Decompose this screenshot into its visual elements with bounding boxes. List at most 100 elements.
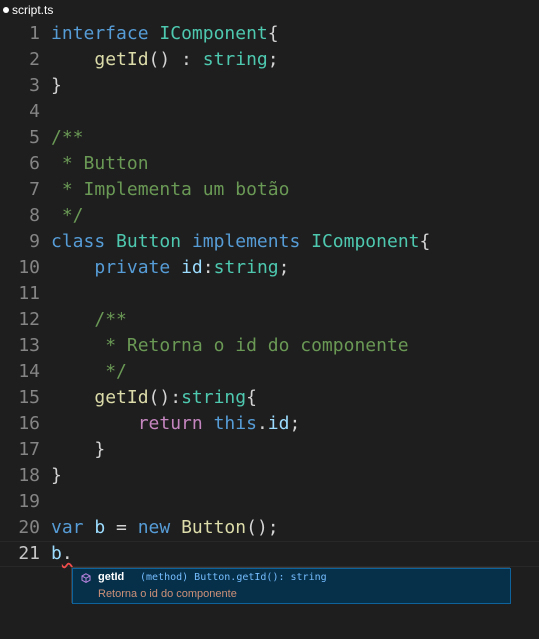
code-line[interactable]: 20 var b = new Button(); [0, 515, 539, 541]
line-number: 20 [18, 517, 40, 538]
code-line[interactable]: 6 * Button [0, 151, 539, 177]
tab-filename: script.ts [12, 3, 54, 17]
line-code: private id:string; [51, 255, 289, 281]
code-token: : [202, 257, 214, 278]
code-token: () : [148, 49, 203, 70]
line-code: /** [51, 125, 84, 151]
line-number: 9 [29, 231, 40, 252]
line-code: } [51, 73, 62, 99]
code-line[interactable]: 4 [0, 99, 539, 125]
code-token: { [419, 231, 431, 252]
code-token: b [51, 543, 62, 564]
code-token: getId [94, 387, 149, 408]
code-line[interactable]: 3} [0, 73, 539, 99]
code-token: string [213, 257, 279, 278]
code-line[interactable]: 21 b. [0, 541, 539, 567]
code-token: { [267, 23, 279, 44]
suggest-item-doc: Retorna o id do componente [98, 588, 237, 600]
code-token: return [137, 413, 203, 434]
method-cube-icon [81, 573, 91, 583]
line-code: return this.id; [51, 411, 301, 437]
line-number: 4 [29, 101, 40, 122]
line-code: var b = new Button(); [51, 515, 279, 541]
code-line[interactable]: 2 getId() : string; [0, 47, 539, 73]
code-line[interactable]: 18} [0, 463, 539, 489]
code-token: private [94, 257, 171, 278]
line-number: 6 [29, 153, 40, 174]
code-token: } [51, 75, 62, 96]
line-code: } [51, 437, 105, 463]
suggest-item-getid[interactable]: getId (method) Button.getId(): string Re… [72, 568, 511, 604]
code-line[interactable]: 17 } [0, 437, 539, 463]
code-line[interactable]: 19 [0, 489, 539, 515]
line-number: 10 [18, 257, 40, 278]
code-line[interactable]: 8 */ [0, 203, 539, 229]
code-line[interactable]: 5 /** [0, 125, 539, 151]
code-line[interactable]: 11 [0, 281, 539, 307]
code-token: * Retorna o id do componente [94, 335, 409, 356]
code-token: /** [94, 309, 127, 330]
code-line[interactable]: 13 * Retorna o id do componente [0, 333, 539, 359]
code-line[interactable]: 15 getId():string{ [0, 385, 539, 411]
code-line[interactable]: 14 */ [0, 359, 539, 385]
code-token: = [105, 517, 138, 538]
code-token: this [213, 413, 257, 434]
code-token: { [246, 387, 257, 408]
line-code: * Button [51, 151, 149, 177]
code-line[interactable]: 9 class Button implements IComponent{ [0, 229, 539, 255]
code-line[interactable]: 1 interface IComponent{ [0, 21, 539, 47]
line-number: 5 [29, 127, 40, 148]
code-line[interactable]: 16 return this.id; [0, 411, 539, 437]
line-number: 11 [18, 283, 40, 304]
line-code: */ [51, 203, 84, 229]
code-token: * Button [51, 153, 149, 174]
code-token: getId [94, 49, 149, 70]
code-token: var [51, 517, 84, 538]
code-token: b [94, 517, 106, 538]
code-token: string [181, 387, 247, 408]
line-number: 8 [29, 205, 40, 226]
code-token: IComponent [311, 231, 420, 252]
line-code: * Retorna o id do componente [51, 333, 409, 359]
line-number: 21 [18, 543, 40, 564]
code-token: Button [181, 517, 247, 538]
code-token: string [202, 49, 268, 70]
line-number: 18 [18, 465, 40, 486]
code-token: new [137, 517, 171, 538]
code-line[interactable]: 10 private id:string; [0, 255, 539, 281]
line-code: b. [51, 541, 73, 567]
line-number: 12 [18, 309, 40, 330]
code-token: . [61, 543, 73, 564]
line-code: interface IComponent{ [51, 21, 279, 47]
code-token: * Implementa um botão [51, 179, 290, 200]
line-code: class Button implements IComponent{ [51, 229, 430, 255]
code-token: ; [278, 257, 290, 278]
line-code: getId() : string; [51, 47, 278, 73]
code-token: (): [148, 387, 182, 408]
code-token: interface [51, 23, 149, 44]
suggest-widget: getId (method) Button.getId(): string Re… [71, 567, 511, 604]
code-token: (); [246, 517, 279, 538]
line-code: */ [51, 359, 127, 385]
code-line[interactable]: 7 * Implementa um botão [0, 177, 539, 203]
line-number: 15 [18, 387, 40, 408]
code-token: IComponent [159, 23, 268, 44]
code-line[interactable]: 12 /** [0, 307, 539, 333]
code-token: ; [289, 413, 301, 434]
code-token: /** [51, 127, 84, 148]
code-token: */ [51, 205, 84, 226]
code-token: class [51, 231, 106, 252]
editor-tab[interactable]: script.ts [0, 0, 539, 20]
code-editor[interactable]: 1 interface IComponent{2 getId() : string… [0, 21, 539, 567]
